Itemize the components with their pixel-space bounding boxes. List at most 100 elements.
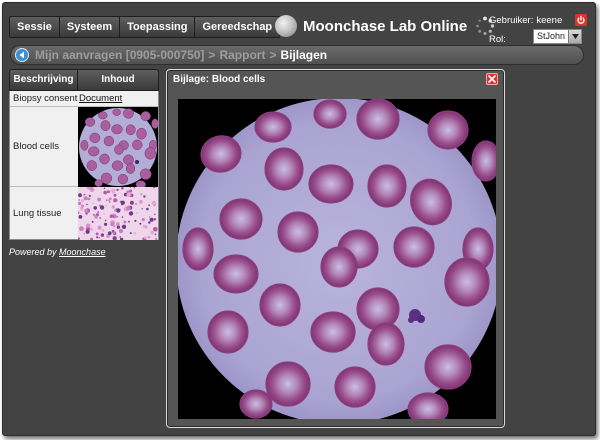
tissue-dot [134,219,137,222]
table-row[interactable]: Lung tissue [10,186,158,240]
tissue-dot [99,204,105,210]
app-window: Sessie Systeem Toepassing Gereedschap Mo… [2,2,596,436]
red-blood-cell [444,257,490,307]
breadcrumb-report-link[interactable]: Rapport [219,48,265,62]
lung-tissue-thumbnail[interactable] [78,186,158,240]
red-blood-cell [356,287,400,331]
tissue-dot [78,192,82,197]
thumbnail-platelet [135,159,139,164]
app-title: Moonchase Lab Online [303,17,468,35]
tab-content[interactable]: Inhoud [78,69,159,91]
tissue-dot [153,217,157,220]
tissue-dot [140,192,143,195]
tissue-dot [103,190,107,194]
tissue-dot [113,193,117,197]
tissue-dot [100,232,105,237]
tissue-dot [135,211,138,214]
thumbnail-cell [112,108,121,116]
tissue-dot [115,221,120,226]
thumbnail-cell [151,118,158,129]
thumbnail-cell [125,162,136,174]
red-blood-cell [219,198,263,240]
power-icon[interactable] [575,14,587,26]
thumbnail-cell [80,139,89,151]
tissue-dot [147,235,151,238]
moonchase-link[interactable]: Moonchase [59,247,106,257]
tissue-dot [90,227,94,231]
menu-systeem[interactable]: Systeem [59,16,121,38]
thumbnail-cell [88,145,100,156]
tissue-dot [139,199,143,204]
tissue-dot [94,214,98,219]
user-info: Gebruiker: keene Rol: StJohn [489,13,587,47]
red-blood-cell [424,344,472,390]
tissue-dot [80,203,84,207]
red-blood-cell [308,164,354,204]
tissue-dot [124,209,126,211]
tissue-dot [151,200,157,205]
tissue-dot [143,235,147,239]
back-arrow-icon[interactable] [15,48,29,62]
tissue-dot [121,224,127,229]
tissue-dot [86,203,88,205]
tissue-dot [154,213,156,215]
menu-gereedschap[interactable]: Gereedschap [195,16,281,38]
tissue-dot [109,200,111,203]
menu-toepassing[interactable]: Toepassing [120,16,196,38]
thumbnail-cell [117,173,129,184]
tissue-dot [119,235,121,238]
tissue-dot [87,223,91,227]
role-select[interactable]: StJohn [533,29,582,44]
thumbnail-cell [86,159,97,171]
tissue-dot [146,207,149,210]
thumbnail-cell [139,168,152,180]
tissue-dot [84,208,89,213]
table-row[interactable]: Biopsy consent Document [10,91,158,106]
tissue-dot [133,231,137,234]
tissue-dot [112,215,114,217]
red-blood-cell [277,211,319,253]
tissue-dot [79,225,84,231]
tissue-dot [126,205,131,210]
red-blood-cell [334,366,376,408]
viewer-title: Bijlage: Blood cells [173,74,266,85]
tissue-dot [81,198,84,202]
tissue-dot [83,195,88,200]
tab-description[interactable]: Beschrijving [9,69,78,91]
thumbnail-cell [140,110,151,121]
close-icon[interactable] [486,73,498,85]
tissue-dot [103,187,106,189]
tissue-dot [92,201,94,204]
tissue-dot [150,230,154,234]
tissue-dot [104,222,108,226]
tissue-dot [97,211,99,213]
tissue-dot [153,226,158,232]
chevron-down-icon[interactable] [568,30,581,43]
tissue-dot [110,188,116,193]
tissue-dot [106,189,110,193]
red-blood-cell [471,140,496,182]
role-value: StJohn [537,31,566,41]
tissue-dot [129,231,132,234]
tissue-dot [112,230,116,234]
thumbnail-cell [99,153,110,164]
thumbnail-cell [94,179,103,187]
thumbnail-cell [125,123,136,135]
attachment-label: Biopsy consent [13,93,78,104]
user-label: Gebruiker: [489,14,534,26]
tissue-dot [82,194,85,196]
document-link[interactable]: Document [79,93,122,104]
breadcrumb-requests-link[interactable]: Mijn aanvragen [0905-000750] [35,48,204,62]
tissue-dot [114,208,117,212]
tissue-dot [148,220,151,224]
tissue-dot [126,192,131,197]
thumbnail-cell [103,135,115,146]
menu-sessie[interactable]: Sessie [9,16,60,38]
blood-cells-thumbnail[interactable] [78,106,158,187]
attachment-list-panel: Beschrijving Inhoud Biopsy consent Docum… [9,69,159,257]
red-blood-cell [313,99,347,129]
moon-logo-icon [275,15,297,37]
table-row[interactable]: Blood cells [10,106,158,187]
tissue-dot [143,224,147,228]
tissue-dot [98,236,100,238]
